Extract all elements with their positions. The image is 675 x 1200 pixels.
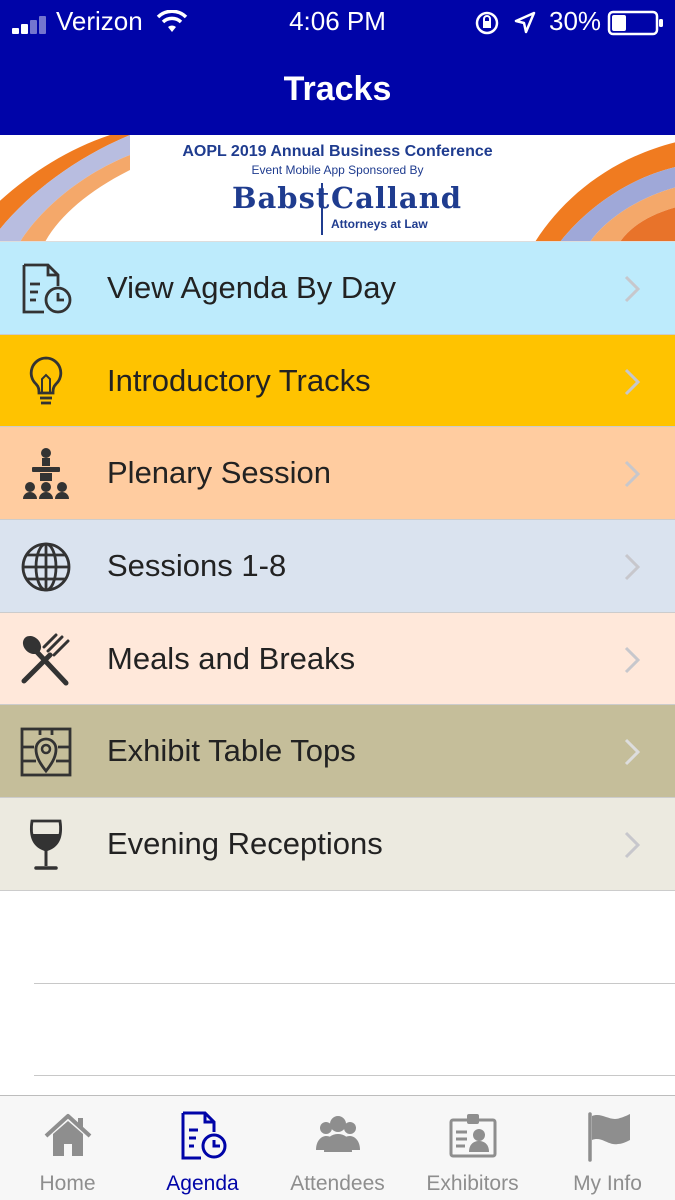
track-row-introductory-tracks[interactable]: Introductory Tracks [0,334,675,428]
tab-bar: Home Agenda Attendees Exhibitors My Info [0,1095,675,1200]
track-label: View Agenda By Day [107,270,396,305]
track-row-plenary-session[interactable]: Plenary Session [0,427,675,521]
sponsor-logo-divider [321,183,323,235]
sponsor-line: Event Mobile App Sponsored By [251,163,424,177]
badge-icon [449,1114,497,1158]
lightbulb-icon [29,356,63,405]
header: Verizon 4:06 PM 30% Tracks [0,0,675,135]
tab-label: Home [39,1172,96,1195]
tab-home[interactable]: Home [0,1096,135,1200]
tracks-list: View Agenda By Day Introductory Tracks P… [0,242,675,891]
globe-icon [21,542,71,592]
agenda-clock-icon [22,263,72,314]
tab-label: My Info [573,1172,642,1195]
battery-icon [607,10,663,36]
track-row-sessions-1-8[interactable]: Sessions 1-8 [0,520,675,613]
track-row-meals-and-breaks[interactable]: Meals and Breaks [0,612,675,706]
track-label: Evening Receptions [107,826,383,862]
orientation-lock-icon [475,11,499,35]
track-row-view-agenda-by-day[interactable]: View Agenda By Day [0,242,675,335]
chevron-right-icon [624,646,641,673]
tab-label: Exhibitors [426,1172,519,1195]
status-bar: Verizon 4:06 PM 30% [0,0,675,44]
track-label: Sessions 1-8 [107,548,287,584]
fork-spoon-icon [21,633,70,686]
sponsor-logo-babst: Babst [232,181,331,215]
sponsor-logo-subtitle: Attorneys at Law [331,217,428,231]
track-label: Exhibit Table Tops [107,733,356,769]
battery-percentage: 30% [549,6,602,36]
page-title: Tracks [283,70,392,108]
sponsor-logo-calland: Calland [331,181,463,215]
track-row-exhibit-table-tops[interactable]: Exhibit Table Tops [0,705,675,799]
empty-row-divider [34,983,675,984]
flag-icon [588,1112,630,1162]
track-label: Plenary Session [107,455,332,491]
track-label: Introductory Tracks [107,362,371,398]
people-icon [316,1116,360,1152]
empty-row-divider [34,1075,675,1076]
chevron-right-icon [624,461,641,488]
tab-exhibitors[interactable]: Exhibitors [405,1096,540,1200]
home-icon [44,1114,92,1156]
chevron-right-icon [624,739,641,766]
wine-glass-icon [29,819,63,870]
agenda-clock-icon [181,1111,227,1160]
chevron-right-icon [624,368,641,395]
tab-attendees[interactable]: Attendees [270,1096,405,1200]
sponsor-banner[interactable]: AOPL 2019 Annual Business Conference Eve… [0,135,675,242]
track-label: Meals and Breaks [107,640,356,676]
tab-agenda[interactable]: Agenda [135,1096,270,1200]
map-pin-icon [20,728,72,777]
chevron-right-icon [624,832,641,859]
track-row-evening-receptions[interactable]: Evening Receptions [0,798,675,891]
tab-my-info[interactable]: My Info [540,1096,675,1200]
conference-title: AOPL 2019 Annual Business Conference [182,143,493,160]
tab-label: Attendees [290,1172,385,1195]
podium-audience-icon [23,448,69,500]
chevron-right-icon [624,554,641,581]
chevron-right-icon [624,275,641,303]
tab-label: Agenda [166,1172,239,1195]
location-arrow-icon [514,11,536,34]
